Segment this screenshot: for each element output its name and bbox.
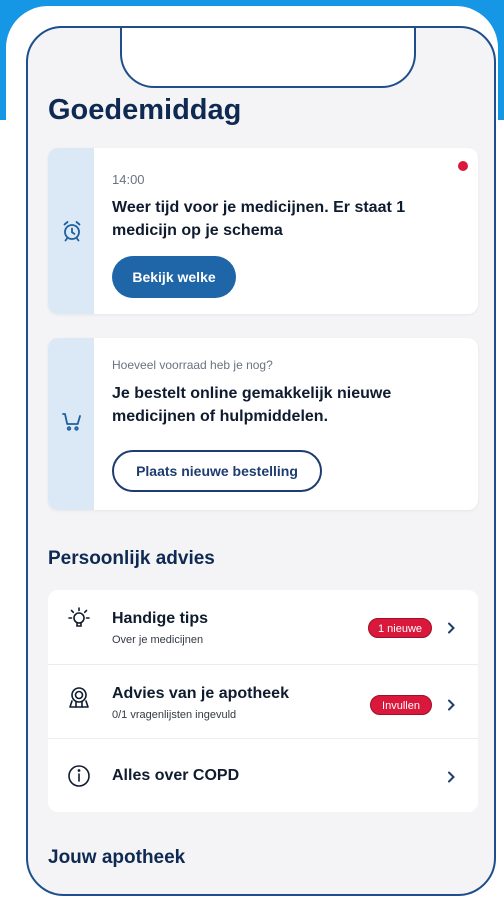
- order-message: Je bestelt online gemakkelijk nieuwe med…: [112, 385, 392, 425]
- reminder-time: 14:00: [112, 172, 145, 187]
- reminder-message: Weer tijd voor je medicijnen. Er staat 1…: [112, 199, 406, 239]
- unread-indicator: [458, 161, 468, 171]
- new-badge: 1 nieuwe: [368, 618, 432, 638]
- phone-frame: Goedemiddag 14:00 Weer tijd voor je medi…: [6, 6, 498, 901]
- place-order-button[interactable]: Plaats nieuwe bestelling: [112, 450, 322, 492]
- list-item-subtitle: Over je medicijnen: [112, 634, 204, 646]
- list-item-title: Alles over COPD: [112, 767, 240, 784]
- view-medication-button[interactable]: Bekijk welke: [112, 256, 236, 298]
- section-title-your-pharmacy: Jouw apotheek: [48, 847, 186, 868]
- list-item-handy-tips[interactable]: Handige tips Over je medicijnen 1 nieuwe: [48, 590, 478, 664]
- page-title: Goedemiddag: [48, 94, 242, 126]
- reorder-card: Hoeveel voorraad heb je nog? Je bestelt …: [48, 338, 478, 510]
- alarm-clock-icon: [60, 219, 84, 243]
- shopping-cart-icon: [60, 409, 84, 433]
- list-item-subtitle: 0/1 vragenlijsten ingevuld: [112, 709, 237, 721]
- list-item-pharmacy-advice[interactable]: Advies van je apotheek 0/1 vragenlijsten…: [48, 664, 478, 738]
- advice-list: Handige tips Over je medicijnen 1 nieuwe: [48, 590, 478, 812]
- medication-reminder-card: 14:00 Weer tijd voor je medicijnen. Er s…: [48, 148, 478, 314]
- section-title-personal-advice: Persoonlijk advies: [48, 548, 215, 569]
- card-accent-strip: [48, 338, 94, 510]
- chevron-right-icon: [444, 770, 458, 784]
- list-item-title: Advies van je apotheek: [112, 685, 289, 702]
- pharmacist-icon: [66, 685, 92, 711]
- lightbulb-icon: [66, 606, 92, 632]
- list-item-title: Handige tips: [112, 610, 209, 627]
- chevron-right-icon: [444, 698, 458, 712]
- list-item-copd[interactable]: Alles over COPD: [48, 738, 478, 812]
- fill-in-badge: Invullen: [370, 695, 432, 715]
- app-screen: Goedemiddag 14:00 Weer tijd voor je medi…: [26, 26, 496, 896]
- stock-question: Hoeveel voorraad heb je nog?: [112, 358, 273, 372]
- info-icon: [66, 763, 92, 789]
- phone-notch: [120, 28, 416, 88]
- card-accent-strip: [48, 148, 94, 314]
- chevron-right-icon: [444, 621, 458, 635]
